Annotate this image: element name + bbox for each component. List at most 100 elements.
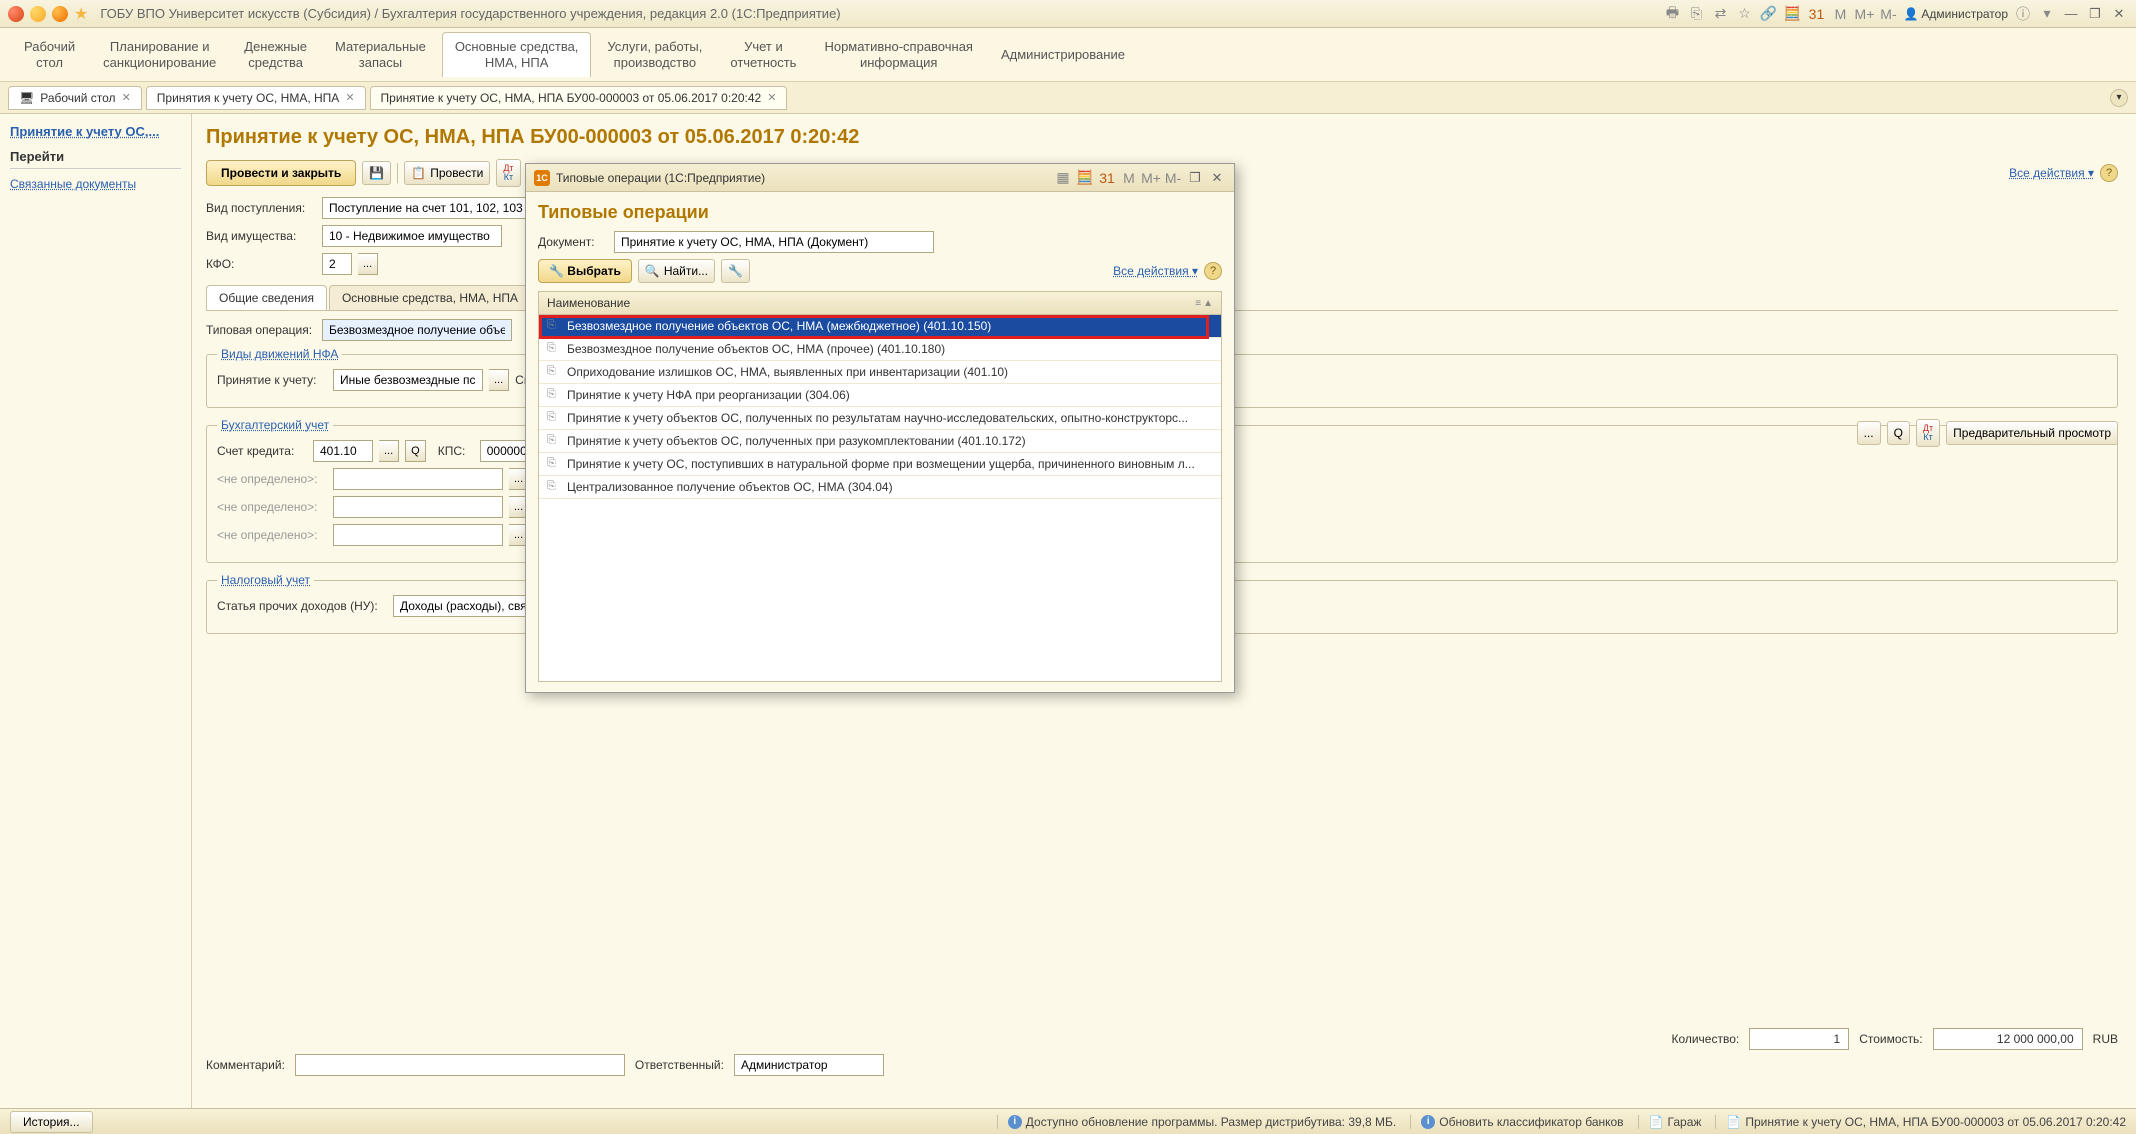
- conduct-and-close-button[interactable]: Провести и закрыть: [206, 160, 356, 186]
- sidebar-link-related[interactable]: Связанные документы: [10, 177, 181, 191]
- tab-list[interactable]: Принятия к учету ОС, НМА, НПА ✕: [146, 86, 366, 110]
- modal-input-doc[interactable]: [614, 231, 934, 253]
- window-min-icon[interactable]: —: [2062, 5, 2080, 23]
- modal-grid-icon[interactable]: ▦: [1054, 169, 1072, 187]
- list-item[interactable]: Принятие к учету объектов ОС, полученных…: [539, 407, 1221, 430]
- fav-star-icon[interactable]: ☆: [1735, 5, 1753, 23]
- modal-m-minus-button[interactable]: M-: [1164, 169, 1182, 187]
- sys-max-icon[interactable]: [52, 6, 68, 22]
- subtab-general[interactable]: Общие сведения: [206, 285, 327, 310]
- input-undef-2[interactable]: [333, 496, 503, 518]
- close-icon[interactable]: ✕: [122, 91, 131, 104]
- nav-materials[interactable]: Материальные запасы: [323, 33, 438, 76]
- tabs-dropdown-icon[interactable]: ▾: [2110, 89, 2128, 107]
- input-tipop[interactable]: [322, 319, 512, 341]
- conduct-button[interactable]: 📋 Провести: [404, 161, 490, 185]
- link-icon[interactable]: 🔗: [1759, 5, 1777, 23]
- preview-button[interactable]: Предварительный просмотр: [1946, 421, 2118, 445]
- tab-desktop[interactable]: 🖥 Рабочий стол ✕: [8, 86, 142, 110]
- print-icon[interactable]: 🖶: [1663, 5, 1681, 23]
- label-comment: Комментарий:: [206, 1058, 285, 1072]
- status-update[interactable]: Доступно обновление программы. Размер ди…: [1026, 1115, 1396, 1129]
- list-item[interactable]: Принятие к учету объектов ОС, полученных…: [539, 430, 1221, 453]
- nav-accounting[interactable]: Учет и отчетность: [718, 33, 808, 76]
- modal-close-icon[interactable]: ✕: [1208, 169, 1226, 187]
- input-vid-imush[interactable]: [322, 225, 502, 247]
- sort-icon[interactable]: ≡▲: [1195, 298, 1213, 309]
- nav-planning[interactable]: Планирование и санкционирование: [91, 33, 228, 76]
- input-prinyat[interactable]: [333, 369, 483, 391]
- help-icon[interactable]: ?: [2100, 164, 2118, 182]
- all-actions-link[interactable]: Все действия ▾: [2009, 166, 2094, 180]
- label-responsible: Ответственный:: [635, 1058, 724, 1072]
- search-button[interactable]: Q: [1887, 421, 1910, 445]
- window-restore-icon[interactable]: ❐: [2086, 5, 2104, 23]
- find-button[interactable]: 🔍 Найти...: [638, 259, 715, 283]
- list-item[interactable]: Безвозмездное получение объектов ОС, НМА…: [539, 338, 1221, 361]
- input-vid-postup[interactable]: [322, 197, 542, 219]
- list-item[interactable]: Принятие к учету НФА при реорганизации (…: [539, 384, 1221, 407]
- modal-calendar-icon[interactable]: 31: [1098, 169, 1116, 187]
- nav-services[interactable]: Услуги, работы, производство: [595, 33, 714, 76]
- status-garage[interactable]: Гараж: [1668, 1115, 1702, 1129]
- calendar-icon[interactable]: 31: [1807, 5, 1825, 23]
- modal-help-icon[interactable]: ?: [1204, 262, 1222, 280]
- modal-calc-icon[interactable]: 🧮: [1076, 169, 1094, 187]
- m-minus-button[interactable]: M-: [1879, 5, 1897, 23]
- list-item[interactable]: Централизованное получение объектов ОС, …: [539, 476, 1221, 499]
- modal-all-actions-link[interactable]: Все действия ▾: [1113, 264, 1198, 278]
- schet-choose-button[interactable]: ...: [379, 440, 399, 462]
- subtab-assets[interactable]: Основные средства, НМА, НПА: [329, 285, 531, 310]
- sys-min-icon[interactable]: [30, 6, 46, 22]
- nav-assets[interactable]: Основные средства, НМА, НПА: [442, 32, 592, 76]
- info-icon[interactable]: ⓘ: [2014, 5, 2032, 23]
- input-undef-1[interactable]: [333, 468, 503, 490]
- close-icon[interactable]: ✕: [767, 91, 776, 104]
- input-schet[interactable]: [313, 440, 373, 462]
- nav-admin[interactable]: Администрирование: [989, 41, 1137, 69]
- input-kfo[interactable]: [322, 253, 352, 275]
- m-plus-button[interactable]: M+: [1855, 5, 1873, 23]
- modal-m-button[interactable]: M: [1120, 169, 1138, 187]
- list-item[interactable]: Оприходование излишков ОС, НМА, выявленн…: [539, 361, 1221, 384]
- close-icon[interactable]: ✕: [345, 91, 354, 104]
- compare-icon[interactable]: ⇄: [1711, 5, 1729, 23]
- dtkt-preview-button[interactable]: ДтКт: [1916, 419, 1940, 447]
- kfo-choose-button[interactable]: ...: [358, 253, 378, 275]
- window-close-icon[interactable]: ✕: [2110, 5, 2128, 23]
- modal-restore-icon[interactable]: ❐: [1186, 169, 1204, 187]
- sys-close-icon[interactable]: [8, 6, 24, 22]
- input-responsible[interactable]: [734, 1054, 884, 1076]
- nav-money[interactable]: Денежные средства: [232, 33, 319, 76]
- legend-nfa: Виды движений НФА: [217, 347, 342, 361]
- history-button[interactable]: История...: [10, 1111, 93, 1133]
- ellipsis-button[interactable]: ...: [1857, 421, 1881, 445]
- copy-icon[interactable]: ⎘: [1687, 5, 1705, 23]
- totals-row: Количество: 1 Стоимость: 12 000 000,00 R…: [1671, 1028, 2118, 1050]
- app-1c-icon: 1C: [534, 170, 550, 186]
- nav-reference[interactable]: Нормативно-справочная информация: [812, 33, 985, 76]
- prinyat-choose-button[interactable]: ...: [489, 369, 509, 391]
- input-statya[interactable]: [393, 595, 543, 617]
- column-header-name[interactable]: Наименование ≡▲: [538, 291, 1222, 315]
- list-item[interactable]: Принятие к учету ОС, поступивших в натур…: [539, 453, 1221, 476]
- calc-icon[interactable]: 🧮: [1783, 5, 1801, 23]
- current-user[interactable]: 👤 Администратор: [1903, 7, 2008, 21]
- favorite-icon[interactable]: ★: [74, 4, 88, 24]
- schet-search-button[interactable]: Q: [405, 440, 426, 462]
- input-comment[interactable]: [295, 1054, 625, 1076]
- m-button[interactable]: M: [1831, 5, 1849, 23]
- dtkt-button[interactable]: ДтКт: [496, 159, 520, 187]
- input-undef-3[interactable]: [333, 524, 503, 546]
- list-item[interactable]: Безвозмездное получение объектов ОС, НМА…: [539, 315, 1221, 338]
- status-banks[interactable]: Обновить классификатор банков: [1439, 1115, 1623, 1129]
- dropdown-icon[interactable]: ▾: [2038, 5, 2056, 23]
- select-button[interactable]: 🔧 Выбрать: [538, 259, 632, 283]
- clear-filter-button[interactable]: 🔧: [721, 259, 750, 283]
- save-button[interactable]: 💾: [362, 161, 391, 185]
- breadcrumb[interactable]: Принятие к учету ОС,...: [10, 124, 181, 139]
- tab-document[interactable]: Принятие к учету ОС, НМА, НПА БУ00-00000…: [370, 86, 788, 110]
- status-current-doc[interactable]: Принятие к учету ОС, НМА, НПА БУ00-00000…: [1745, 1115, 2126, 1129]
- modal-m-plus-button[interactable]: M+: [1142, 169, 1160, 187]
- nav-desktop[interactable]: Рабочий стол: [12, 33, 87, 76]
